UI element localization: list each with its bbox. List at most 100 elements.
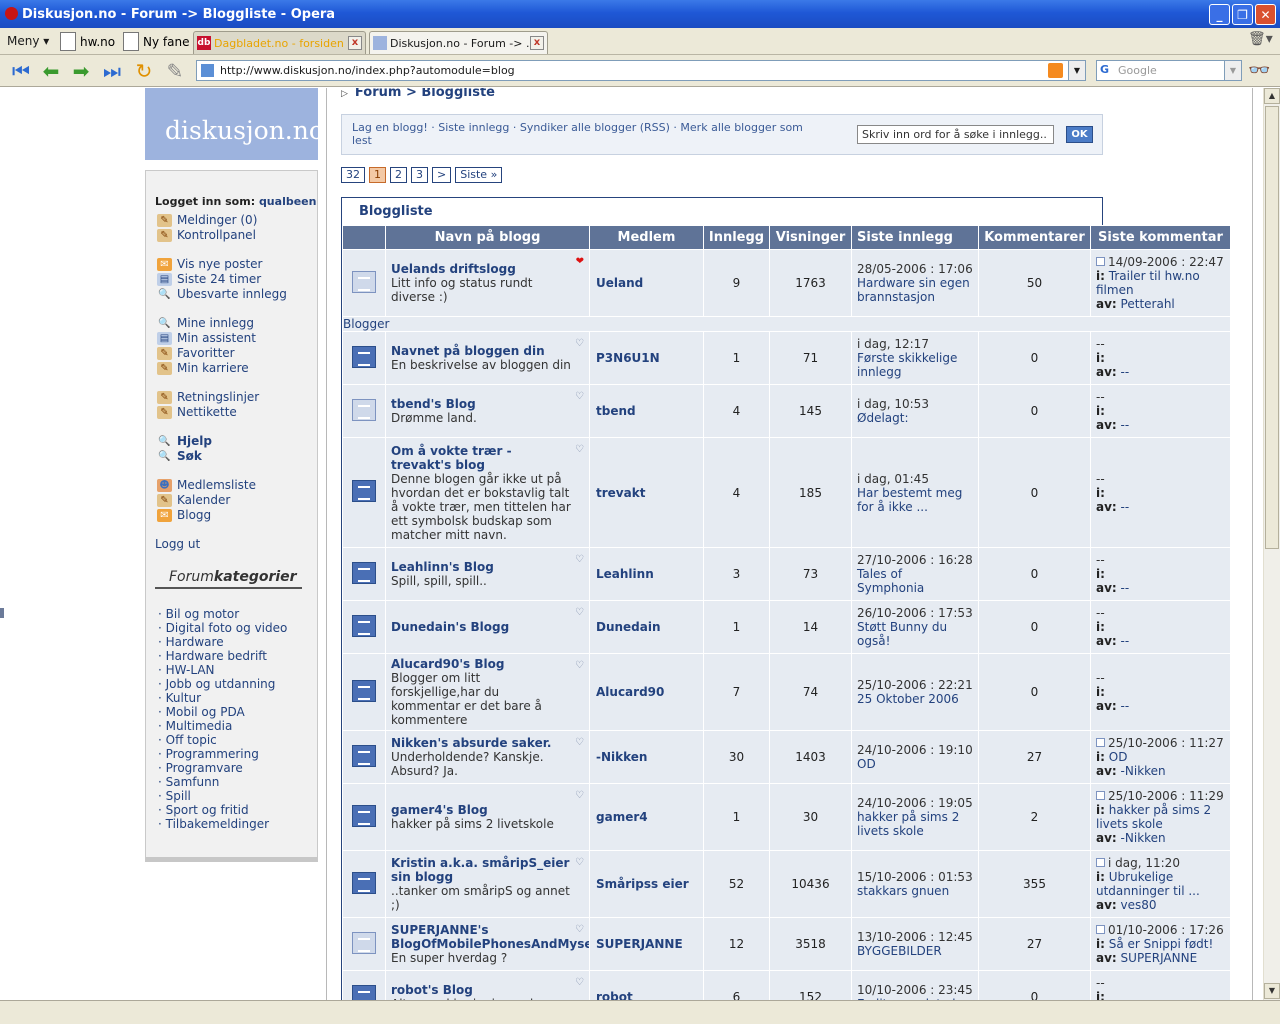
sidebar-link[interactable]: ▤ Siste 24 timer	[155, 272, 317, 287]
column-header[interactable]: Innlegg	[703, 225, 770, 250]
address-dropdown-icon[interactable]: ▼	[1068, 61, 1085, 80]
sidebar-link[interactable]: ✎ Meldinger (0)	[155, 213, 317, 228]
address-bar[interactable]: http://www.diskusjon.no/index.php?automo…	[196, 60, 1086, 81]
blog-title-link[interactable]: tbend's Blog	[391, 397, 571, 411]
favorite-heart-icon[interactable]: ♡	[575, 606, 584, 620]
scroll-up-icon[interactable]: ▲	[1264, 88, 1280, 104]
sidebar-link[interactable]: ✉ Blogg	[155, 508, 317, 523]
member-link[interactable]: Ueland	[589, 249, 704, 317]
back-icon[interactable]: ⬅	[38, 58, 64, 84]
category-link[interactable]: · Off topic	[155, 733, 317, 747]
category-link[interactable]: · Hardware	[155, 635, 317, 649]
page-link[interactable]: 2	[390, 167, 407, 183]
category-link[interactable]: · Programvare	[155, 761, 317, 775]
favorite-heart-icon[interactable]: ♡	[575, 390, 584, 404]
site-logo[interactable]: diskusjon.no	[145, 88, 324, 160]
column-header[interactable]: Kommentarer	[978, 225, 1091, 250]
member-link[interactable]: P3N6U1N	[589, 331, 704, 385]
vertical-scrollbar[interactable]: ▲ ▼	[1263, 88, 1280, 1000]
last-comment-author[interactable]: SUPERJANNE	[1121, 951, 1198, 965]
member-link[interactable]: SUPERJANNE	[589, 917, 704, 971]
last-post-link[interactable]: BYGGEBILDER	[857, 944, 942, 958]
sidebar-link[interactable]: ✎ Nettikette	[155, 405, 317, 420]
sidebar-link[interactable]: 🔍 Mine innlegg	[155, 316, 317, 331]
page-link[interactable]: 1	[369, 167, 386, 183]
last-comment-link[interactable]: Ubrukelige utdanninger til ...	[1096, 870, 1200, 898]
last-comment-author[interactable]: --	[1121, 500, 1130, 514]
page-link[interactable]: 32	[341, 167, 365, 183]
sidebar-link[interactable]: ✎ Kalender	[155, 493, 317, 508]
column-header[interactable]: Medlem	[589, 225, 704, 250]
blog-title-link[interactable]: Alucard90's Blog	[391, 657, 571, 671]
column-header[interactable]: Siste innlegg	[851, 225, 979, 250]
favorite-heart-icon[interactable]: ♡	[575, 659, 584, 673]
member-link[interactable]: Småripss eier	[589, 850, 704, 918]
last-post-link[interactable]: Første skikkelige innlegg	[857, 351, 957, 379]
username-link[interactable]: qualbeen	[259, 195, 317, 208]
member-link[interactable]: Leahlinn	[589, 547, 704, 601]
blog-search-input[interactable]: Skriv inn ord for å søke i innlegg..	[857, 125, 1054, 144]
last-post-link[interactable]: Ødelagt:	[857, 411, 909, 425]
favorite-heart-icon[interactable]: ♡	[575, 856, 584, 870]
category-link[interactable]: · Programmering	[155, 747, 317, 761]
page-link[interactable]: >	[432, 167, 452, 183]
last-post-link[interactable]: Har bestemt meg for å ikke ...	[857, 486, 962, 514]
last-comment-author[interactable]: --	[1121, 418, 1130, 432]
category-link[interactable]: · Tilbakemeldinger	[155, 817, 317, 831]
blog-title-link[interactable]: robot's Blog	[391, 983, 571, 997]
pinned-tab-new[interactable]: Ny fane	[121, 31, 189, 53]
member-link[interactable]: Dunedain	[589, 600, 704, 654]
blog-title-link[interactable]: Uelands driftslogg	[391, 262, 571, 276]
last-comment-author[interactable]: --	[1121, 699, 1130, 713]
member-link[interactable]: tbend	[589, 384, 704, 438]
rss-feed-icon[interactable]	[1048, 63, 1063, 78]
favorite-heart-icon[interactable]: ♡	[575, 789, 584, 803]
last-post-link[interactable]: Støtt Bunny du også!	[857, 620, 947, 648]
category-link[interactable]: · Samfunn	[155, 775, 317, 789]
last-comment-link[interactable]: hakker på sims 2 livets skole	[1096, 803, 1211, 831]
sidebar-link[interactable]: ✉ Vis nye poster	[155, 257, 317, 272]
tab-dagbladet[interactable]: db Dagbladet.no - forsiden x	[193, 31, 366, 54]
last-post-link[interactable]: stakkars gnuen	[857, 884, 949, 898]
close-window-button[interactable]: ✕	[1255, 4, 1276, 25]
blog-title-link[interactable]: Dunedain's Blogg	[391, 620, 571, 634]
scroll-thumb[interactable]	[1265, 106, 1279, 549]
search-ok-button[interactable]: OK	[1066, 126, 1093, 143]
address-input[interactable]: http://www.diskusjon.no/index.php?automo…	[220, 64, 515, 77]
category-link[interactable]: · Bil og motor	[155, 607, 317, 621]
pinned-tab-hwno[interactable]: hw.no	[58, 31, 115, 53]
last-comment-author[interactable]: ves80	[1121, 898, 1157, 912]
sidebar-link[interactable]: ☻ Medlemsliste	[155, 478, 317, 493]
last-post-link[interactable]: Tales of Symphonia	[857, 567, 924, 595]
search-field[interactable]: G Google ▼	[1096, 60, 1242, 81]
category-link[interactable]: · Sport og fritid	[155, 803, 317, 817]
favorite-heart-icon[interactable]: ♡	[575, 736, 584, 750]
member-link[interactable]: Alucard90	[589, 653, 704, 731]
last-post-link[interactable]: hakker på sims 2 livets skole	[857, 810, 959, 838]
category-link[interactable]: · Digital foto og video	[155, 621, 317, 635]
category-link[interactable]: · Jobb og utdanning	[155, 677, 317, 691]
last-comment-author[interactable]: Petterahl	[1121, 297, 1175, 311]
category-link[interactable]: · Kultur	[155, 691, 317, 705]
search-engine-dropdown-icon[interactable]: ▼	[1224, 61, 1241, 80]
last-post-link[interactable]: Hardware sin egen brannstasjon	[857, 276, 970, 304]
scroll-down-icon[interactable]: ▼	[1264, 983, 1280, 999]
column-header[interactable]: Siste kommentar	[1090, 225, 1231, 250]
category-link[interactable]: · Spill	[155, 789, 317, 803]
sidebar-link[interactable]: ✎ Retningslinjer	[155, 390, 317, 405]
blog-title-link[interactable]: gamer4's Blog	[391, 803, 571, 817]
member-link[interactable]: trevakt	[589, 437, 704, 548]
favorite-heart-icon[interactable]: ❤	[576, 255, 584, 269]
last-post-link[interactable]: 25 Oktober 2006	[857, 692, 959, 706]
blog-title-link[interactable]: SUPERJANNE's BlogOfMobilePhonesAndMyself	[391, 923, 589, 951]
blog-title-link[interactable]: Navnet på bloggen din	[391, 344, 571, 358]
menu-button[interactable]: Meny ▾	[7, 34, 49, 48]
column-header[interactable]: Visninger	[769, 225, 852, 250]
member-link[interactable]: -Nikken	[589, 730, 704, 784]
sidebar-link[interactable]: 🔍 Hjelp	[155, 434, 317, 449]
close-tab-icon[interactable]: x	[348, 36, 362, 50]
member-link[interactable]: robot	[589, 970, 704, 1000]
zoom-glasses-icon[interactable]: 👓	[1248, 60, 1270, 81]
edit-icon[interactable]: ✎	[162, 58, 188, 84]
category-link[interactable]: · Hardware bedrift	[155, 649, 317, 663]
